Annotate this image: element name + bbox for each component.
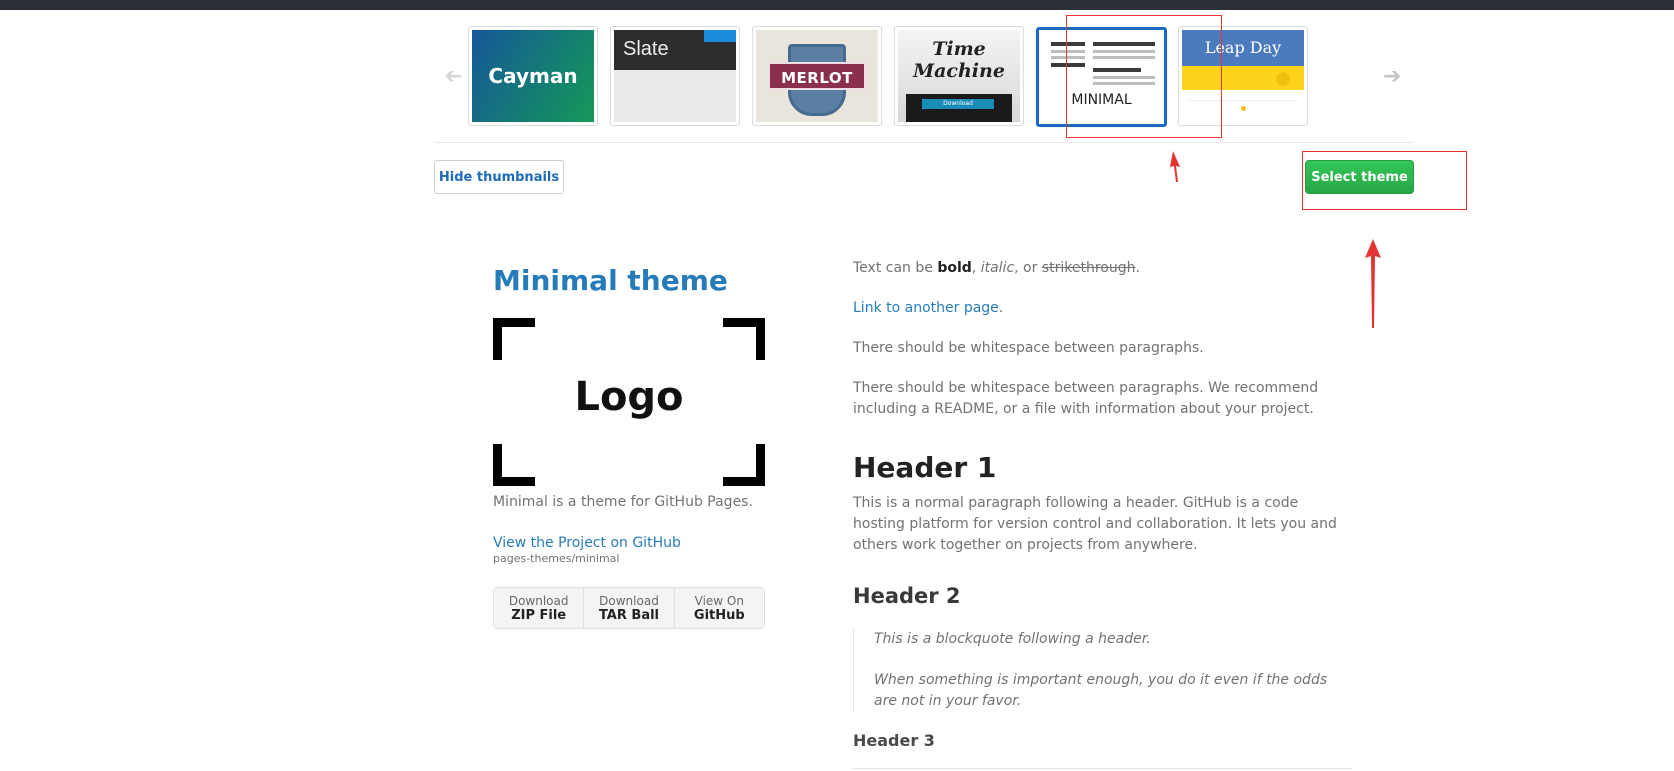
view-on-big: GitHub — [693, 608, 745, 623]
slate-thumb-label: Slate — [623, 38, 669, 60]
blockquote: This is a blockquote following a header.… — [853, 629, 1353, 711]
text-prefix: Text can be — [853, 260, 938, 276]
sep: , — [971, 260, 981, 276]
arrow-left-icon[interactable]: ➔ — [444, 64, 462, 89]
header-1: Header 1 — [853, 451, 997, 484]
theme-description: Minimal is a theme for GitHub Pages. — [493, 494, 753, 510]
logo-text: Logo — [574, 374, 684, 420]
divider — [853, 768, 1353, 769]
slate-accent — [704, 30, 736, 42]
annotation-arrow-large-icon — [1365, 239, 1381, 328]
paragraph-3: This is a normal paragraph following a h… — [853, 495, 1337, 553]
period: . — [998, 300, 1004, 316]
download-zip-big: ZIP File — [511, 608, 567, 623]
logo-corner — [723, 318, 765, 360]
download-tar-small: Download — [599, 594, 659, 608]
blockquote-line-2: When something is important enough, you … — [874, 672, 1328, 709]
view-on-github-button[interactable]: View On GitHub — [675, 588, 764, 628]
period: . — [1135, 260, 1140, 276]
download-tar-button[interactable]: Download TAR Ball — [584, 588, 675, 628]
time-machine-download-label: Download — [922, 99, 994, 109]
download-zip-small: Download — [508, 594, 569, 608]
logo-corner — [723, 444, 765, 486]
merlot-preview: MERLOT — [756, 30, 878, 122]
leap-day-bulb-icon — [1276, 72, 1290, 86]
theme-thumb-merlot[interactable]: MERLOT — [752, 26, 882, 126]
strike-text: strikethrough — [1041, 260, 1136, 276]
blockquote-line-1: This is a blockquote following a header. — [874, 631, 1151, 647]
logo-corner — [493, 318, 535, 360]
header-2: Header 2 — [853, 584, 961, 608]
bold-text: bold — [937, 260, 972, 276]
preview-title: Minimal theme — [493, 264, 728, 297]
header-3: Header 3 — [853, 731, 935, 750]
time-machine-thumb-label-1: Time — [932, 38, 986, 60]
cayman-preview: Cayman — [472, 30, 594, 122]
time-machine-preview: Time Machine Download — [898, 30, 1020, 122]
italic-text: italic — [980, 260, 1015, 276]
annotation-arrow-small-icon — [1170, 151, 1180, 182]
formatting-paragraph: Text can be bold, italic, or strikethrou… — [853, 258, 1353, 279]
paragraph-1: There should be whitespace between parag… — [853, 340, 1204, 356]
repo-name: pages-themes/minimal — [493, 552, 620, 565]
another-page-link[interactable]: Link to another page — [853, 300, 999, 316]
view-on-small: View On — [694, 594, 744, 608]
logo-placeholder: Logo — [493, 318, 765, 486]
arrow-right-icon[interactable]: ➔ — [1383, 66, 1401, 88]
theme-thumb-cayman[interactable]: Cayman — [468, 26, 598, 126]
annotation-box-minimal — [1066, 15, 1222, 138]
download-buttons: Download ZIP File Download TAR Ball View… — [493, 587, 765, 629]
select-theme-button[interactable]: Select theme — [1305, 160, 1414, 194]
theme-thumb-slate[interactable]: Slate — [610, 26, 740, 126]
download-tar-big: TAR Ball — [598, 608, 660, 623]
time-machine-thumb-label-2: Machine — [913, 60, 1005, 82]
hide-thumbnails-button[interactable]: Hide thumbnails — [434, 160, 564, 194]
slate-preview: Slate — [614, 30, 736, 122]
theme-thumb-time-machine[interactable]: Time Machine Download — [894, 26, 1024, 126]
logo-corner — [493, 444, 535, 486]
merlot-thumb-label: MERLOT — [768, 62, 866, 90]
view-project-link[interactable]: View the Project on GitHub — [493, 535, 681, 551]
leap-day-dot — [1241, 106, 1246, 111]
top-bar — [0, 0, 1674, 10]
cayman-thumb-label: Cayman — [488, 64, 578, 88]
divider — [434, 142, 1414, 143]
download-zip-button[interactable]: Download ZIP File — [494, 588, 585, 628]
paragraph-2: There should be whitespace between parag… — [853, 380, 1319, 417]
sep: , or — [1014, 260, 1042, 276]
link-paragraph: Link to another page. — [853, 298, 1353, 319]
